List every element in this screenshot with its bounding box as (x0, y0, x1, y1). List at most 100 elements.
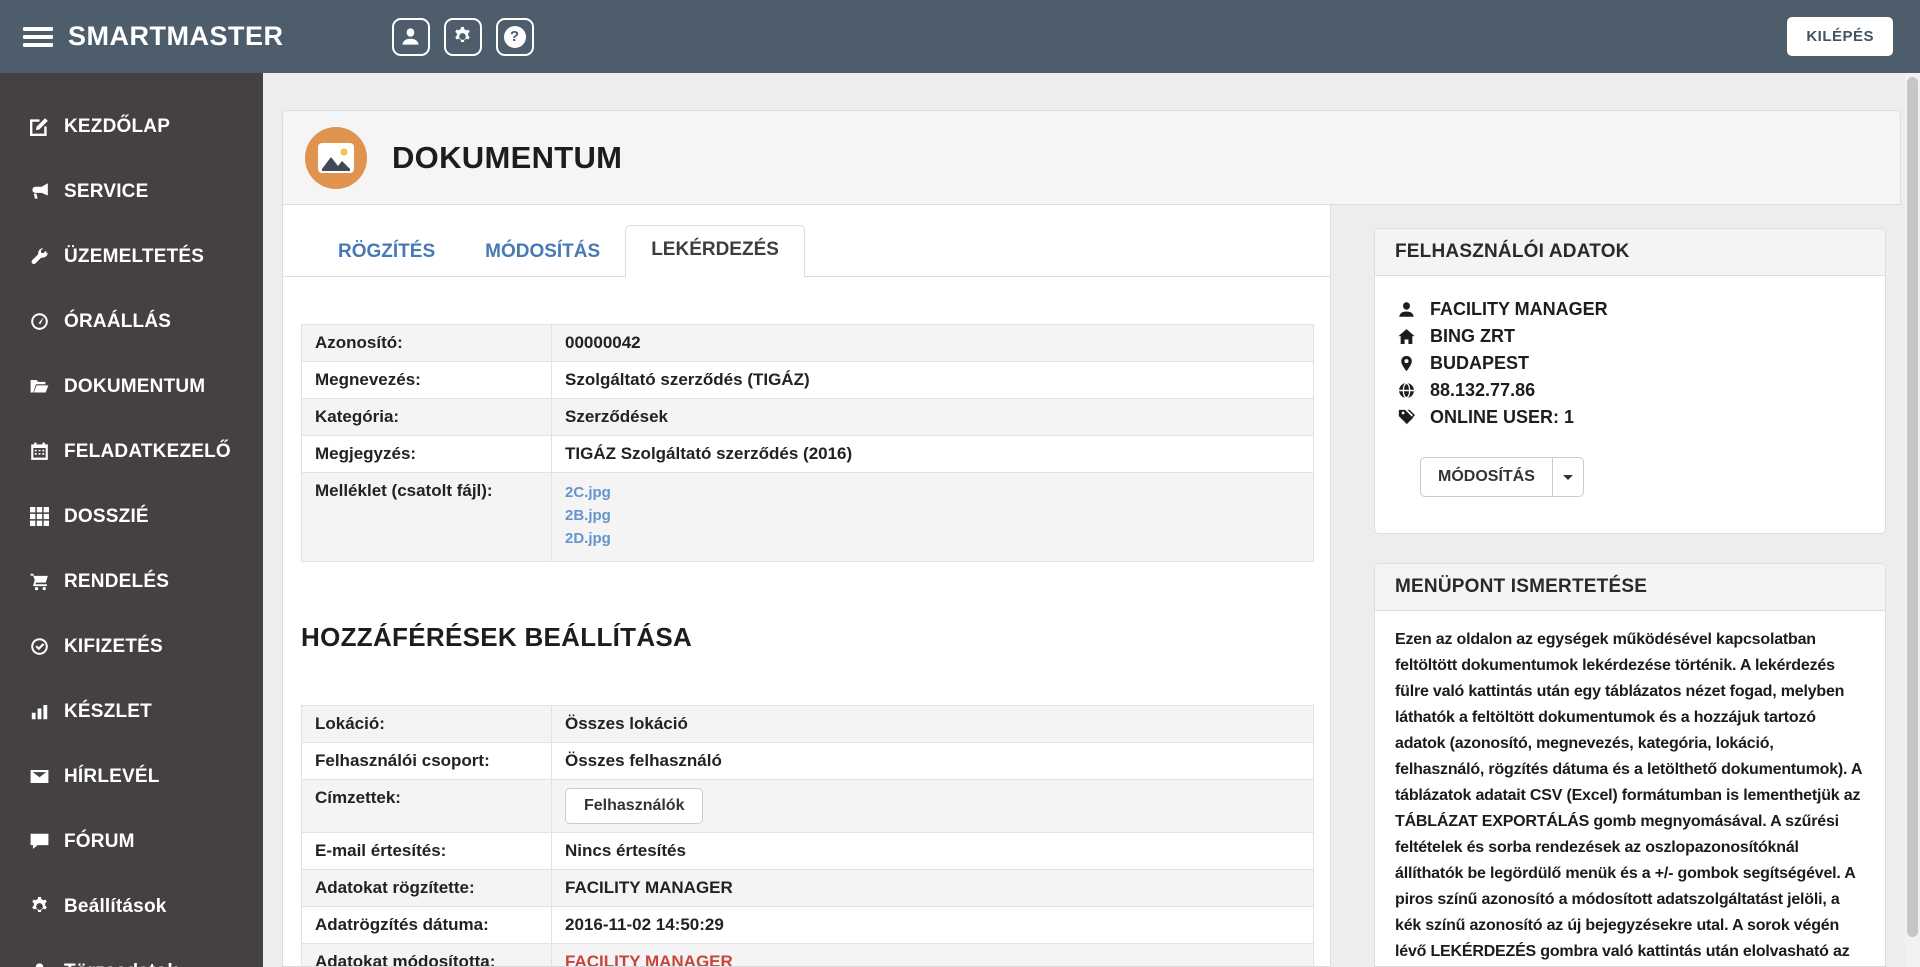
field-value: FACILITY MANAGER (551, 869, 1314, 907)
sidebar-item-label: KIFIZETÉS (64, 635, 163, 657)
sidebar-item-label: ÜZEMELTETÉS (64, 245, 205, 267)
sidebar-item-label: Törzsadatok (64, 961, 178, 967)
sidebar-item-oraallas[interactable]: ÓRAÁLLÁS (0, 289, 263, 354)
info-panel-text: Ezen az oldalon az egységek működésével … (1395, 631, 1862, 960)
table-row: Adatokat rögzítette: FACILITY MANAGER (301, 869, 1314, 907)
sidebar-item-label: SERVICE (64, 180, 149, 202)
tab-rogzites[interactable]: RÖGZÍTÉS (313, 228, 460, 276)
attachment-link[interactable]: 2D.jpg (565, 530, 1300, 547)
field-value: Nincs értesítés (551, 832, 1314, 870)
document-image-icon (305, 126, 367, 189)
field-label: Adatrögzítés dátuma: (301, 906, 552, 944)
chevron-down-icon (1562, 474, 1573, 480)
sidebar-item-label: KÉSZLET (64, 700, 152, 722)
profile-button[interactable] (391, 17, 430, 56)
sidebar-item-hirlevel[interactable]: HÍRLEVÉL (0, 744, 263, 809)
field-label: Azonosító: (301, 324, 552, 362)
logout-button[interactable]: KILÉPÉS (1787, 17, 1893, 56)
field-label: E-mail értesítés: (301, 832, 552, 870)
vertical-scrollbar[interactable] (1905, 73, 1920, 967)
top-navbar: SMARTMASTER ? KILÉPÉS (0, 0, 1920, 73)
sidebar-item-forum[interactable]: FÓRUM (0, 809, 263, 874)
modify-button-label[interactable]: MÓDOSÍTÁS (1421, 458, 1553, 496)
grid-icon (27, 507, 51, 526)
topbar-icon-group: ? (391, 17, 534, 56)
user-ip: 88.132.77.86 (1430, 380, 1536, 400)
table-row: Megjegyzés: TIGÁZ Szolgáltató szerződés … (301, 435, 1314, 473)
field-value: 2016-11-02 14:50:29 (551, 906, 1314, 944)
field-label: Kategória: (301, 398, 552, 436)
user-panel-body: FACILITY MANAGER BING ZRT BUDAPEST 88.13… (1375, 276, 1885, 533)
table-row: Lokáció: Összes lokáció (301, 705, 1314, 743)
field-value-modified: FACILITY MANAGER (551, 943, 1314, 966)
gear-icon (455, 27, 470, 42)
sidebar-item-kezdolap[interactable]: KEZDŐLAP (0, 94, 263, 159)
sidebar-item-dokumentum[interactable]: DOKUMENTUM (0, 354, 263, 419)
user-name: FACILITY MANAGER (1430, 299, 1608, 319)
recipients-cell: Felhasználók (551, 779, 1314, 833)
table-row: Kategória: Szerződések (301, 398, 1314, 436)
home-icon (1395, 328, 1417, 345)
edit-icon (27, 117, 51, 136)
globe-icon (1395, 382, 1417, 399)
comment-icon (27, 832, 51, 851)
settings-button[interactable] (443, 17, 482, 56)
tab-modositas[interactable]: MÓDOSÍTÁS (460, 228, 625, 276)
sidebar-item-label: Beállítások (64, 895, 167, 917)
field-value: 00000042 (551, 324, 1314, 362)
attachment-link[interactable]: 2C.jpg (565, 484, 1300, 501)
question-icon: ? (503, 25, 526, 48)
sidebar-item-label: HÍRLEVÉL (64, 765, 160, 787)
user-panel-title: FELHASZNÁLÓI ADATOK (1375, 229, 1885, 276)
attachment-link[interactable]: 2B.jpg (565, 507, 1300, 524)
tab-bar: RÖGZÍTÉS MÓDOSÍTÁS LEKÉRDEZÉS (283, 205, 1330, 277)
sidebar-item-feladatkezelo[interactable]: FELADATKEZELŐ (0, 419, 263, 484)
access-section-title: HOZZÁFÉRÉSEK BEÁLLÍTÁSA (301, 622, 693, 652)
tab-lekerdezes[interactable]: LEKÉRDEZÉS (625, 225, 805, 277)
sidebar-item-torzsadatok[interactable]: Törzsadatok (0, 939, 263, 967)
sidebar-item-label: RENDELÉS (64, 570, 170, 592)
sidebar-item-dosszie[interactable]: DOSSZIÉ (0, 484, 263, 549)
sidebar-item-label: DOKUMENTUM (64, 375, 206, 397)
recipients-users-button[interactable]: Felhasználók (565, 788, 704, 824)
megaphone-icon (27, 182, 51, 201)
modify-dropdown-toggle[interactable] (1553, 458, 1583, 496)
check-circle-icon (27, 637, 51, 656)
user-company-line: BING ZRT (1395, 323, 1865, 350)
scrollbar-thumb[interactable] (1907, 77, 1918, 937)
page-header: DOKUMENTUM (282, 110, 1901, 205)
help-button[interactable]: ? (495, 17, 534, 56)
field-label: Címzettek: (301, 779, 552, 833)
access-settings-table: Lokáció: Összes lokáció Felhasználói cso… (301, 705, 1314, 966)
table-row: Megnevezés: Szolgáltató szerződés (TIGÁZ… (301, 361, 1314, 399)
sidebar-item-label: FELADATKEZELŐ (64, 440, 231, 462)
field-label: Megjegyzés: (301, 435, 552, 473)
gauge-icon (27, 312, 51, 331)
table-row: Címzettek: Felhasználók (301, 779, 1314, 833)
modify-split-button[interactable]: MÓDOSÍTÁS (1420, 457, 1584, 497)
cart-icon (27, 572, 51, 591)
sidebar-item-uzemeltetes[interactable]: ÜZEMELTETÉS (0, 224, 263, 289)
user-city: BUDAPEST (1430, 353, 1530, 373)
folder-open-icon (27, 377, 51, 396)
user-name-line: FACILITY MANAGER (1395, 296, 1865, 323)
sidebar-item-keszlet[interactable]: KÉSZLET (0, 679, 263, 744)
page-title: DOKUMENTUM (392, 139, 623, 175)
calendar-icon (27, 442, 51, 461)
table-row: Azonosító: 00000042 (301, 324, 1314, 362)
menu-info-panel: MENÜPONT ISMERTETÉSE Ezen az oldalon az … (1374, 563, 1886, 967)
sidebar-item-label: DOSSZIÉ (64, 505, 149, 527)
sidebar-item-label: KEZDŐLAP (64, 115, 171, 137)
hamburger-menu-icon[interactable] (23, 23, 53, 51)
sidebar-item-rendeles[interactable]: RENDELÉS (0, 549, 263, 614)
map-pin-icon (1395, 355, 1417, 372)
attachments-cell: 2C.jpg 2B.jpg 2D.jpg (551, 472, 1314, 562)
user-icon (27, 962, 51, 967)
user-online-line: ONLINE USER: 1 (1395, 404, 1865, 431)
sidebar-item-beallitasok[interactable]: Beállítások (0, 874, 263, 939)
sidebar-item-kifizetes[interactable]: KIFIZETÉS (0, 614, 263, 679)
field-label: Melléklet (csatolt fájl): (301, 472, 552, 562)
app-brand: SMARTMASTER (68, 21, 284, 51)
field-label: Adatokat rögzítette: (301, 869, 552, 907)
sidebar-item-service[interactable]: SERVICE (0, 159, 263, 224)
